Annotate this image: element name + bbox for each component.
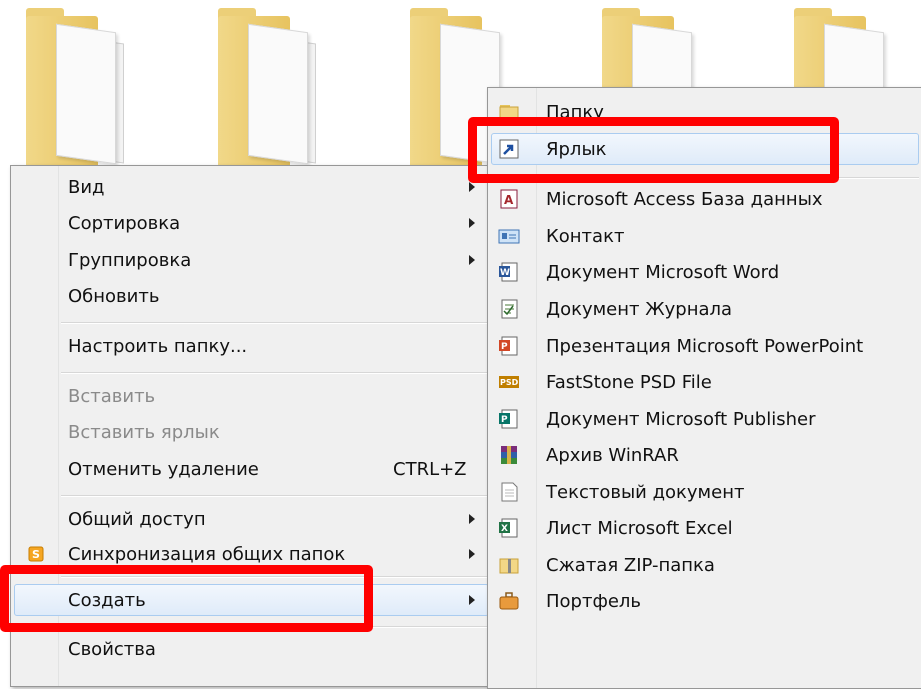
- annotation-box-shortcut: [468, 117, 839, 183]
- submenu-item-journal[interactable]: Документ Журнала: [488, 291, 921, 327]
- submenu-item-label: Текстовый документ: [546, 482, 745, 503]
- publisher-icon: P: [498, 409, 520, 429]
- submenu-item-label: Портфель: [546, 591, 642, 612]
- excel-icon: X: [498, 518, 520, 538]
- submenu-arrow-icon: [469, 514, 475, 524]
- powerpoint-icon: P: [498, 336, 520, 356]
- menu-item-label: Вставить: [68, 386, 156, 407]
- submenu-item-label: Microsoft Access База данных: [546, 189, 823, 210]
- submenu-item-zip-folder[interactable]: Сжатая ZIP-папка: [488, 547, 921, 583]
- submenu-arrow-icon: [469, 218, 475, 228]
- submenu-arrow-icon: [469, 182, 475, 192]
- svg-text:X: X: [501, 524, 508, 534]
- submenu-item-text-document[interactable]: Текстовый документ: [488, 474, 921, 510]
- menu-item-label: Отменить удаление: [68, 459, 259, 480]
- text-document-icon: [498, 482, 520, 502]
- svg-text:PSD: PSD: [500, 378, 519, 387]
- menu-item-sort[interactable]: Сортировка: [11, 206, 497, 240]
- submenu-item-label: Контакт: [546, 226, 625, 247]
- access-icon: A: [498, 189, 520, 209]
- submenu-item-label: FastStone PSD File: [546, 372, 712, 393]
- menu-item-share[interactable]: Общий доступ: [11, 502, 497, 536]
- menu-item-label: Сортировка: [68, 213, 181, 234]
- shortcut-label: CTRL+Z: [393, 459, 467, 480]
- submenu-item-label: Документ Журнала: [546, 299, 733, 320]
- submenu-item-winrar[interactable]: Архив WinRAR: [488, 437, 921, 473]
- menu-item-group[interactable]: Группировка: [11, 243, 497, 277]
- submenu-item-label: Архив WinRAR: [546, 445, 679, 466]
- briefcase-icon: [498, 591, 520, 611]
- menu-item-label: Вставить ярлык: [68, 422, 220, 443]
- submenu-item-label: Документ Microsoft Publisher: [546, 409, 816, 430]
- svg-text:W: W: [500, 268, 510, 278]
- submenu-arrow-icon: [469, 595, 475, 605]
- journal-icon: [498, 299, 520, 319]
- submenu-arrow-icon: [469, 549, 475, 559]
- submenu-item-label: Документ Microsoft Word: [546, 262, 780, 283]
- svg-text:A: A: [504, 193, 514, 207]
- submenu-item-excel[interactable]: X Лист Microsoft Excel: [488, 510, 921, 546]
- menu-item-paste[interactable]: Вставить: [11, 379, 497, 413]
- menu-item-label: Группировка: [68, 250, 192, 271]
- submenu-item-briefcase[interactable]: Портфель: [488, 583, 921, 619]
- menu-item-paste-shortcut[interactable]: Вставить ярлык: [11, 415, 497, 449]
- menu-item-undo-delete[interactable]: Отменить удаление CTRL+Z: [11, 452, 497, 486]
- desktop-folder-2[interactable]: [218, 8, 328, 168]
- menu-separator: [61, 322, 494, 324]
- menu-item-properties[interactable]: Свойства: [11, 632, 497, 666]
- zip-folder-icon: [498, 555, 520, 575]
- menu-separator: [61, 372, 494, 374]
- menu-item-label: Настроить папку...: [68, 336, 248, 357]
- menu-item-label: Обновить: [68, 286, 160, 307]
- submenu-item-label: Презентация Microsoft PowerPoint: [546, 336, 864, 357]
- annotation-box-create: [0, 565, 373, 632]
- contact-icon: [498, 226, 520, 246]
- menu-item-customize-folder[interactable]: Настроить папку...: [11, 329, 497, 363]
- word-icon: W: [498, 262, 520, 282]
- submenu-item-word[interactable]: W Документ Microsoft Word: [488, 254, 921, 290]
- submenu-item-psd[interactable]: PSD FastStone PSD File: [488, 364, 921, 400]
- submenu-item-publisher[interactable]: P Документ Microsoft Publisher: [488, 401, 921, 437]
- submenu-item-powerpoint[interactable]: P Презентация Microsoft PowerPoint: [488, 328, 921, 364]
- menu-item-refresh[interactable]: Обновить: [11, 279, 497, 313]
- menu-item-label: Общий доступ: [68, 509, 206, 530]
- psd-icon: PSD: [498, 372, 520, 392]
- menu-item-label: Синхронизация общих папок: [68, 544, 346, 565]
- menu-item-view[interactable]: Вид: [11, 170, 497, 204]
- submenu-item-contact[interactable]: Контакт: [488, 218, 921, 254]
- submenu-item-label: Лист Microsoft Excel: [546, 518, 733, 539]
- menu-item-label: Свойства: [68, 639, 156, 660]
- submenu-item-label: Сжатая ZIP-папка: [546, 555, 715, 576]
- menu-separator: [61, 495, 494, 497]
- winrar-icon: [498, 445, 520, 465]
- submenu-item-access[interactable]: A Microsoft Access База данных: [488, 181, 921, 217]
- svg-text:S: S: [32, 548, 40, 561]
- submenu-arrow-icon: [469, 255, 475, 265]
- svg-text:P: P: [501, 415, 508, 425]
- sync-s-icon: S: [28, 546, 44, 566]
- menu-item-label: Вид: [68, 177, 105, 198]
- desktop-folder-1[interactable]: [26, 8, 136, 168]
- svg-text:P: P: [501, 342, 508, 352]
